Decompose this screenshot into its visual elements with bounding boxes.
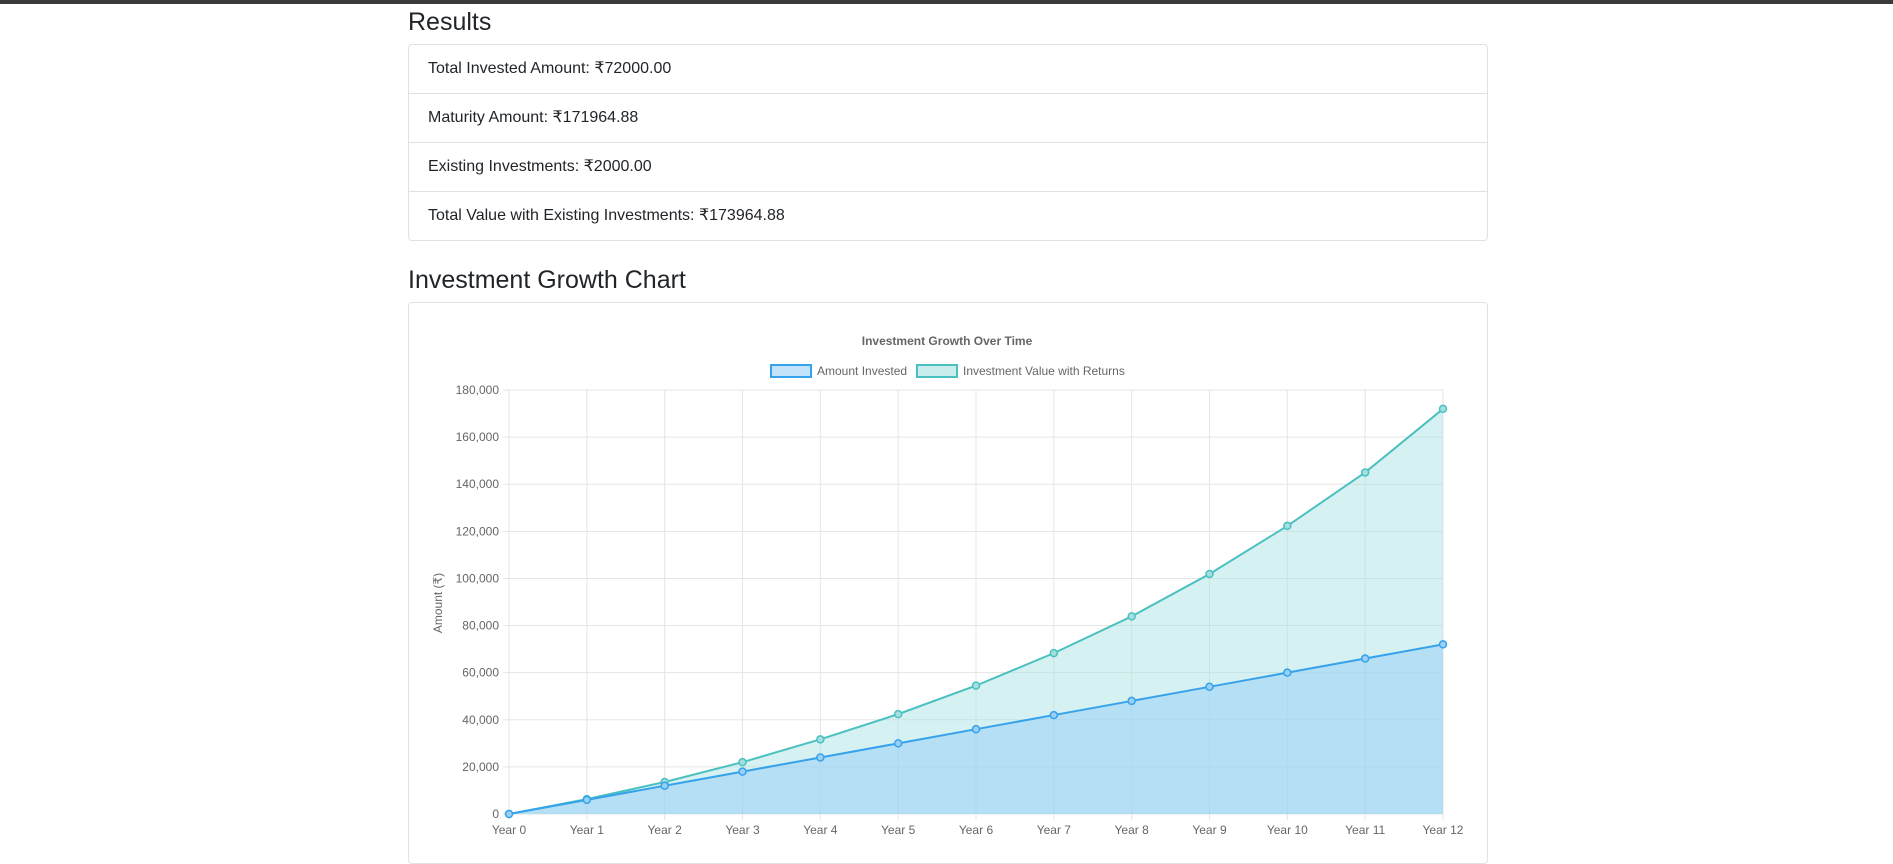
y-tick-label: 40,000 (462, 713, 499, 727)
data-point[interactable] (1049, 648, 1059, 658)
data-point[interactable] (816, 753, 825, 762)
y-tick-label: 0 (492, 807, 499, 821)
legend-swatch (916, 364, 958, 378)
y-tick-label: 120,000 (456, 524, 500, 538)
data-point[interactable] (1438, 640, 1448, 649)
result-total-value: Total Value with Existing Investments: ₹… (428, 207, 785, 224)
y-tick-label: 60,000 (462, 666, 499, 680)
y-tick-label: 160,000 (456, 430, 500, 444)
legend-item[interactable]: Amount Invested (770, 364, 907, 378)
legend-swatch (770, 364, 812, 378)
data-point[interactable] (582, 795, 592, 805)
y-tick-label: 140,000 (456, 477, 500, 491)
data-point[interactable] (1360, 468, 1370, 477)
chart-legend[interactable]: Amount Invested Investment Value with Ret… (770, 364, 1125, 378)
y-tick-label: 100,000 (456, 571, 500, 585)
chart-section-heading: Investment Growth Chart (408, 266, 686, 294)
chart-card: Investment Growth Over Time Amount (₹) A… (408, 302, 1488, 864)
y-tick-label: 80,000 (462, 619, 499, 633)
data-point[interactable] (1205, 569, 1214, 579)
legend-label: Amount Invested (817, 364, 907, 378)
y-tick-label: 20,000 (462, 760, 499, 774)
legend-item[interactable]: Investment Value with Returns (916, 364, 1125, 378)
data-point[interactable] (1360, 654, 1370, 663)
result-maturity-amount: Maturity Amount: ₹171964.88 (409, 94, 1487, 143)
data-point[interactable] (971, 681, 981, 690)
result-total-invested: Total Invested Amount: ₹72000.00 (409, 45, 1487, 94)
data-point[interactable] (660, 781, 669, 790)
data-point[interactable] (893, 739, 903, 748)
data-point[interactable] (1049, 710, 1059, 720)
data-point[interactable] (738, 757, 747, 767)
data-point[interactable] (1283, 521, 1292, 531)
top-border (0, 0, 1893, 4)
data-point[interactable] (738, 767, 747, 776)
data-point[interactable] (1205, 682, 1214, 692)
investment-growth-chart: Investment Growth Over Time Amount (₹) A… (431, 334, 1464, 837)
data-point[interactable] (893, 709, 903, 719)
data-point[interactable] (971, 724, 981, 734)
y-axis-ticks: 0 20,000 40,000 60,000 80,000 100,000 120,000 1… (456, 383, 500, 821)
data-point[interactable] (1127, 696, 1136, 706)
result-existing-investments: Existing Investments: ₹2000.00 (409, 143, 1487, 192)
results-heading: Results (408, 8, 492, 36)
data-point[interactable] (816, 735, 825, 744)
chart-title: Investment Growth Over Time (862, 334, 1033, 348)
results-list: Total Invested Amount: ₹72000.00 Maturit… (408, 44, 1488, 241)
data-point[interactable] (1283, 668, 1292, 677)
data-point[interactable] (504, 809, 514, 819)
y-tick-label: 180,000 (456, 383, 500, 397)
legend-label: Investment Value with Returns (963, 364, 1125, 378)
data-point[interactable] (1438, 404, 1448, 414)
data-point[interactable] (1127, 612, 1136, 621)
y-axis-label: Amount (₹) (431, 573, 445, 633)
